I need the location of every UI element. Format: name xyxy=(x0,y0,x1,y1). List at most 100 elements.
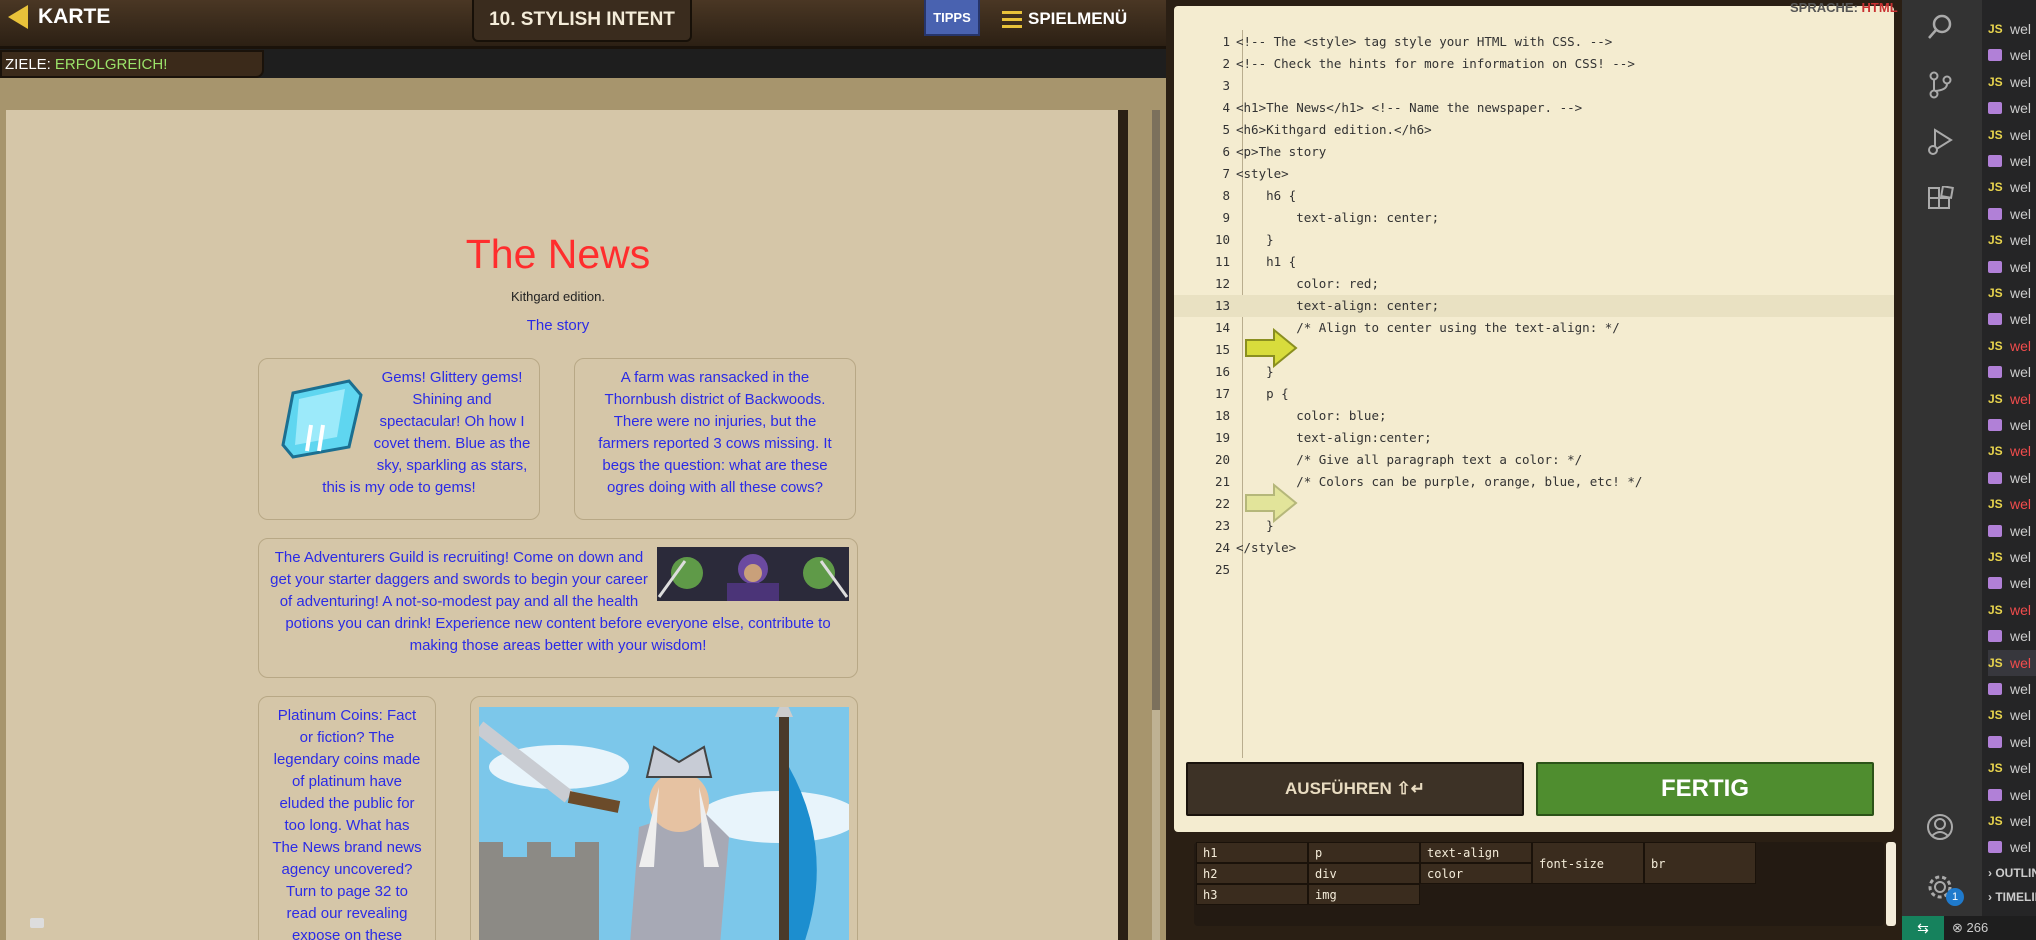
file-item[interactable]: JS wel xyxy=(1988,16,2036,42)
platinum-text: Platinum Coins: Fact or fiction? The leg… xyxy=(272,707,422,940)
video-file-icon xyxy=(1988,260,2002,273)
account-icon[interactable] xyxy=(1925,812,1955,842)
language-value: HTML xyxy=(1861,0,1898,15)
palette-item-img[interactable]: img xyxy=(1308,884,1420,905)
line-number: 11 xyxy=(1214,254,1230,269)
hints-button[interactable]: TIPPS xyxy=(924,0,980,36)
file-item[interactable]: JS wel xyxy=(1988,491,2036,517)
code-line[interactable]: 10 } xyxy=(1174,229,1894,251)
file-item[interactable]: JS wel xyxy=(1988,808,2036,834)
preview-scroll-thumb[interactable] xyxy=(1152,110,1160,710)
code-line[interactable]: 2 <!-- Check the hints for more informati… xyxy=(1174,53,1894,75)
file-item[interactable]: JS wel xyxy=(1988,333,2036,359)
palette-item-p[interactable]: p xyxy=(1308,842,1420,863)
file-item[interactable]: JS wel xyxy=(1988,227,2036,253)
file-item[interactable]: wel xyxy=(1988,412,2036,438)
palette-item-h3[interactable]: h3 xyxy=(1196,884,1308,905)
file-item[interactable]: JS wel xyxy=(1988,597,2036,623)
file-item[interactable]: JS wel xyxy=(1988,386,2036,412)
source-control-icon[interactable] xyxy=(1925,70,1955,100)
run-button[interactable]: AUSFÜHREN ⇧↵ xyxy=(1186,762,1524,816)
file-item[interactable]: wel xyxy=(1988,254,2036,280)
file-item[interactable]: wel xyxy=(1988,201,2036,227)
line-number: 17 xyxy=(1214,386,1230,401)
code-text: color: red; xyxy=(1236,276,1379,291)
code-text: text-align: center; xyxy=(1236,298,1440,313)
code-line[interactable]: 13 text-align: center; xyxy=(1174,295,1894,317)
code-line[interactable]: 19 text-align:center; xyxy=(1174,427,1894,449)
palette-item-h1[interactable]: h1 xyxy=(1196,842,1308,863)
code-line[interactable]: 6 <p>The story xyxy=(1174,141,1894,163)
palette-scrollbar[interactable] xyxy=(1886,842,1896,926)
status-item[interactable]: ⊗ 266 xyxy=(1952,916,1988,940)
search-icon[interactable] xyxy=(1925,12,1955,42)
file-name: wel xyxy=(2010,786,2032,803)
game-menu-button[interactable]: SPIELMENÜ xyxy=(1002,4,1127,34)
file-item[interactable]: wel xyxy=(1988,359,2036,385)
code-line[interactable]: 20 /* Give all paragraph text a color: *… xyxy=(1174,449,1894,471)
file-item[interactable]: JS wel xyxy=(1988,649,2036,676)
line-number: 24 xyxy=(1214,540,1230,555)
palette-item-div[interactable]: div xyxy=(1308,863,1420,884)
outline-section[interactable]: › OUTLINE xyxy=(1988,866,2036,890)
js-file-icon: JS xyxy=(1988,550,2003,564)
file-item[interactable]: wel xyxy=(1988,148,2036,174)
file-item[interactable]: JS wel xyxy=(1988,69,2036,95)
timeline-section[interactable]: › TIMELINE xyxy=(1988,890,2036,914)
file-name: wel xyxy=(2010,654,2032,671)
hint-arrow-icon xyxy=(1245,483,1298,523)
extensions-icon[interactable] xyxy=(1925,185,1955,216)
code-line[interactable]: 1 <!-- The <style> tag style your HTML wi… xyxy=(1174,31,1894,53)
remote-indicator[interactable]: ⇆ xyxy=(1902,916,1944,940)
map-button[interactable]: KARTE xyxy=(8,2,110,32)
file-name: wel xyxy=(2010,337,2032,354)
code-line[interactable]: 18 color: blue; xyxy=(1174,405,1894,427)
chat-icon[interactable] xyxy=(30,918,44,928)
file-item[interactable]: JS wel xyxy=(1988,122,2036,148)
code-line[interactable]: 24 </style> xyxy=(1174,537,1894,559)
file-item[interactable]: wel xyxy=(1988,623,2036,649)
file-item[interactable]: wel xyxy=(1988,782,2036,808)
code-line[interactable]: 5 <h6>Kithgard edition.</h6> xyxy=(1174,119,1894,141)
code-line[interactable]: 12 color: red; xyxy=(1174,273,1894,295)
code-line[interactable]: 3 xyxy=(1174,75,1894,97)
code-line[interactable]: 25 xyxy=(1174,559,1894,581)
line-number: 19 xyxy=(1214,430,1230,445)
palette-item-color[interactable]: color xyxy=(1420,863,1532,884)
file-item[interactable]: wel xyxy=(1988,465,2036,491)
code-text: </style> xyxy=(1236,540,1297,555)
file-item[interactable]: wel xyxy=(1988,676,2036,702)
platinum-card: Platinum Coins: Fact or fiction? The leg… xyxy=(258,696,436,940)
file-item[interactable]: wel xyxy=(1988,518,2036,544)
code-line[interactable]: 11 h1 { xyxy=(1174,251,1894,273)
js-file-icon: JS xyxy=(1988,127,2003,142)
goals-bar[interactable]: ZIELE: ERFOLGREICH! xyxy=(0,50,264,78)
farm-text: A farm was ransacked in the Thornbush di… xyxy=(598,369,832,496)
done-button[interactable]: FERTIG xyxy=(1536,762,1874,816)
file-name: wel xyxy=(2010,100,2032,117)
file-item[interactable]: wel xyxy=(1988,306,2036,332)
file-item[interactable]: wel xyxy=(1988,95,2036,121)
file-item[interactable]: JS wel xyxy=(1988,438,2036,464)
palette-item-font-size[interactable]: font-size xyxy=(1532,842,1644,884)
file-item[interactable]: JS wel xyxy=(1988,755,2036,781)
code-line[interactable]: 8 h6 { xyxy=(1174,185,1894,207)
code-line[interactable]: 7 <style> xyxy=(1174,163,1894,185)
run-debug-icon[interactable] xyxy=(1925,126,1955,156)
code-line[interactable]: 4 <h1>The News</h1> <!-- Name the newspap… xyxy=(1174,97,1894,119)
file-item[interactable]: JS wel xyxy=(1988,280,2036,306)
code-text: } xyxy=(1236,232,1274,247)
file-item[interactable]: JS wel xyxy=(1988,702,2036,728)
file-item[interactable]: JS wel xyxy=(1988,174,2036,200)
file-item[interactable]: wel xyxy=(1988,729,2036,755)
code-line[interactable]: 17 p { xyxy=(1174,383,1894,405)
palette-item-br[interactable]: br xyxy=(1644,842,1756,884)
file-name: wel xyxy=(2010,575,2032,592)
palette-item-text-align[interactable]: text-align xyxy=(1420,842,1532,863)
file-item[interactable]: wel xyxy=(1988,834,2036,860)
palette-item-h2[interactable]: h2 xyxy=(1196,863,1308,884)
file-item[interactable]: JS wel xyxy=(1988,544,2036,570)
file-item[interactable]: wel xyxy=(1988,42,2036,68)
file-item[interactable]: wel xyxy=(1988,570,2036,596)
code-line[interactable]: 9 text-align: center; xyxy=(1174,207,1894,229)
